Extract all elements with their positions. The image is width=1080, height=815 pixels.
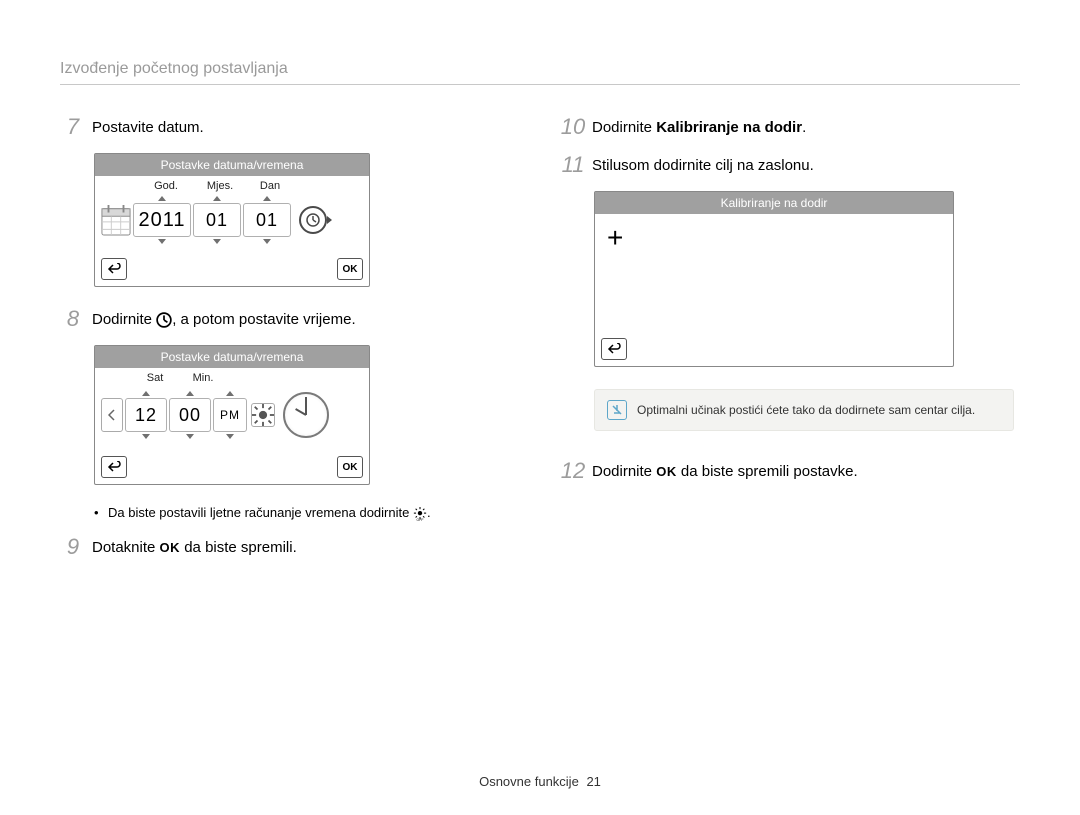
text: Dotaknite [92, 539, 160, 556]
text: Dodirnite [592, 463, 656, 480]
step-number: 8 [60, 307, 86, 331]
step-11: 11 Stilusom dodirnite cilj na zaslonu. [560, 153, 1020, 177]
date-settings-screen: Postavke datuma/vremena God. Mjes. Dan 2… [94, 153, 370, 287]
text-bold: Kalibriranje na dodir [656, 119, 802, 136]
step-number: 10 [560, 115, 586, 139]
left-column: 7 Postavite datum. Postavke datuma/vreme… [60, 115, 520, 573]
step-text: Dotaknite OK da biste spremili. [92, 535, 520, 558]
ok-button[interactable]: OK [337, 456, 363, 478]
step-text: Dodirnite OK da biste spremili postavke. [592, 459, 1020, 482]
text: da biste spremili. [180, 539, 297, 556]
hour-tumbler[interactable]: 12 [125, 398, 167, 432]
back-button[interactable] [101, 456, 127, 478]
step-text: Postavite datum. [92, 115, 520, 138]
dst-note: • Da biste postavili ljetne računanje vr… [94, 505, 520, 521]
text: Dodirnite [92, 311, 156, 328]
month-label: Mjes. [195, 180, 245, 192]
step-number: 11 [560, 153, 586, 177]
ampm-tumbler[interactable]: PM [213, 398, 247, 432]
step-text: Dodirnite , a potom postavite vrijeme. [92, 307, 520, 330]
text: . [802, 119, 806, 136]
calibration-screen: Kalibriranje na dodir + [594, 191, 954, 367]
text: da biste spremili postavke. [677, 463, 858, 480]
content-columns: 7 Postavite datum. Postavke datuma/vreme… [60, 115, 1020, 573]
calibration-target-icon[interactable]: + [607, 224, 623, 252]
screen-title: Kalibriranje na dodir [595, 192, 953, 214]
ok-button[interactable]: OK [337, 258, 363, 280]
time-next-button[interactable] [299, 206, 327, 234]
note-text: Optimalni učinak postići ćete tako da do… [637, 403, 975, 417]
bullet-icon: • [94, 505, 108, 521]
day-tumbler[interactable]: 01 [243, 203, 291, 237]
step-text: Stilusom dodirnite cilj na zaslonu. [592, 153, 1020, 176]
footer-section: Osnovne funkcije [479, 774, 579, 789]
page-header: Izvođenje početnog postavljanja [60, 60, 1020, 85]
back-button[interactable] [601, 338, 627, 360]
step-9: 9 Dotaknite OK da biste spremili. [60, 535, 520, 559]
year-tumbler[interactable]: 2011 [133, 203, 191, 237]
step-number: 7 [60, 115, 86, 139]
clock-icon [156, 313, 172, 327]
info-note: Optimalni učinak postići ćete tako da do… [594, 389, 1014, 431]
ok-inline-icon: OK [160, 540, 181, 555]
text: . [427, 505, 431, 520]
page-footer: Osnovne funkcije 21 [0, 774, 1080, 789]
min-label: Min. [179, 372, 227, 384]
step-8: 8 Dodirnite , a potom postavite vrijeme. [60, 307, 520, 331]
sun-off-icon: OFF [413, 505, 427, 520]
text: Da biste postavili ljetne računanje vrem… [108, 505, 413, 520]
day-label: Dan [245, 180, 295, 192]
text: Dodirnite [592, 119, 656, 136]
info-icon [607, 400, 627, 420]
step-10: 10 Dodirnite Kalibriranje na dodir. [560, 115, 1020, 139]
back-button[interactable] [101, 258, 127, 280]
time-settings-screen: Postavke datuma/vremena Sat Min. 12 00 P… [94, 345, 370, 485]
svg-text:OFF: OFF [416, 518, 423, 521]
step-7: 7 Postavite datum. [60, 115, 520, 139]
minute-tumbler[interactable]: 00 [169, 398, 211, 432]
ok-inline-icon: OK [656, 464, 677, 479]
step-12: 12 Dodirnite OK da biste spremili postav… [560, 459, 1020, 483]
date-prev-button[interactable] [101, 398, 123, 432]
analog-clock-icon [283, 392, 329, 438]
month-tumbler[interactable]: 01 [193, 203, 241, 237]
text: , a potom postavite vrijeme. [172, 311, 355, 328]
step-number: 12 [560, 459, 586, 483]
step-number: 9 [60, 535, 86, 559]
year-label: God. [137, 180, 195, 192]
screen-title: Postavke datuma/vremena [95, 346, 369, 368]
dst-button[interactable] [251, 403, 275, 427]
right-column: 10 Dodirnite Kalibriranje na dodir. 11 S… [560, 115, 1020, 573]
hour-label: Sat [131, 372, 179, 384]
footer-page-number: 21 [586, 774, 600, 789]
step-text: Dodirnite Kalibriranje na dodir. [592, 115, 1020, 138]
calendar-icon [101, 200, 131, 240]
screen-title: Postavke datuma/vremena [95, 154, 369, 176]
calibration-area[interactable]: + [595, 214, 953, 332]
